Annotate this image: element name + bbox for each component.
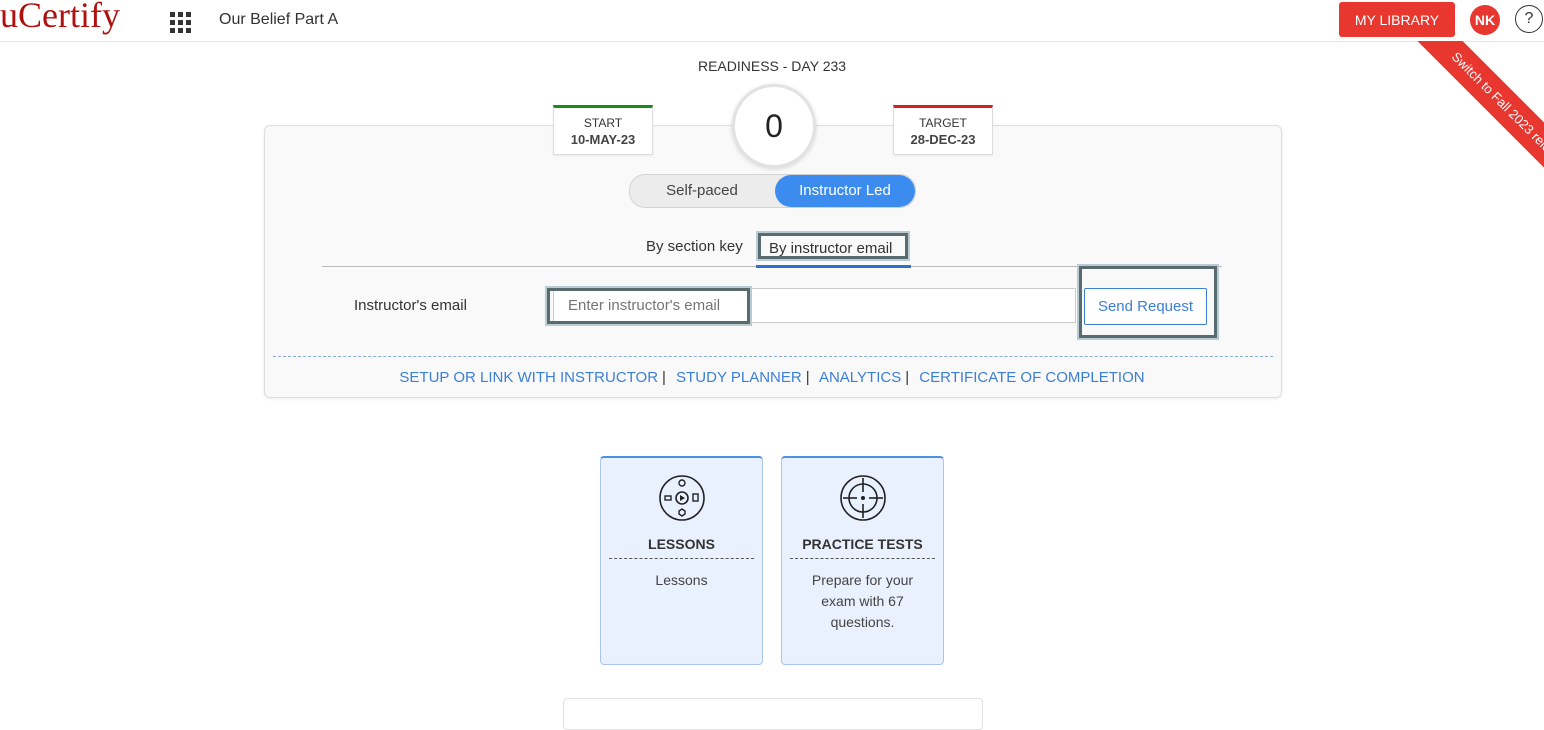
lessons-icon bbox=[659, 475, 705, 521]
start-label: START bbox=[583, 116, 623, 130]
course-title[interactable]: Our Belief Part A bbox=[219, 11, 338, 29]
analytics-link[interactable]: ANALYTICS bbox=[819, 369, 901, 386]
active-tab-underline bbox=[756, 265, 911, 268]
practice-tests-title: PRACTICE TESTS bbox=[790, 536, 935, 559]
start-date-box: START 10-MAY-23 bbox=[553, 105, 653, 155]
link-separator: | bbox=[905, 369, 910, 386]
instructor-email-field-wrap bbox=[553, 288, 1076, 323]
readiness-title: READINESS - DAY 233 bbox=[697, 58, 847, 74]
setup-instructor-link[interactable]: SETUP OR LINK WITH INSTRUCTOR bbox=[399, 369, 658, 386]
self-paced-option[interactable]: Self-paced bbox=[630, 175, 774, 207]
tab-by-section-key[interactable]: By section key bbox=[646, 238, 743, 255]
readiness-score: 0 bbox=[732, 84, 816, 168]
ucertify-logo[interactable]: uCertify bbox=[0, 0, 120, 36]
dashed-divider bbox=[273, 356, 1273, 357]
link-separator: | bbox=[662, 369, 666, 386]
practice-tests-tile[interactable]: PRACTICE TESTS Prepare for your exam wit… bbox=[781, 456, 944, 665]
my-library-button[interactable]: MY LIBRARY bbox=[1339, 2, 1455, 37]
mode-toggle: Self-paced Instructor Led bbox=[629, 174, 916, 208]
instructor-email-input[interactable] bbox=[554, 289, 1075, 322]
practice-tests-description: Prepare for your exam with 67 questions. bbox=[811, 572, 914, 630]
tab-by-instructor-email[interactable]: By instructor email bbox=[758, 233, 908, 259]
certificate-link[interactable]: CERTIFICATE OF COMPLETION bbox=[919, 369, 1144, 386]
top-header: uCertify Our Belief Part A MY LIBRARY NK… bbox=[0, 0, 1544, 42]
lessons-description: Lessons bbox=[655, 572, 708, 588]
bottom-links: SETUP OR LINK WITH INSTRUCTOR | STUDY PLA… bbox=[0, 369, 1544, 386]
lessons-title: LESSONS bbox=[609, 536, 754, 559]
bottom-panel bbox=[563, 698, 983, 730]
link-separator: | bbox=[805, 369, 810, 386]
start-date: 10-MAY-23 bbox=[570, 132, 636, 147]
target-crosshair-icon bbox=[840, 475, 886, 521]
send-request-button[interactable]: Send Request bbox=[1084, 288, 1207, 325]
target-label: TARGET bbox=[919, 116, 967, 130]
instructor-email-label: Instructor's email bbox=[354, 297, 467, 314]
user-avatar[interactable]: NK bbox=[1470, 5, 1500, 35]
instructor-led-option[interactable]: Instructor Led bbox=[775, 175, 915, 207]
help-icon[interactable]: ? bbox=[1515, 5, 1543, 33]
lessons-tile[interactable]: LESSONS Lessons bbox=[600, 456, 763, 665]
target-date-box[interactable]: TARGET 28-DEC-23 bbox=[893, 105, 993, 155]
study-planner-link[interactable]: STUDY PLANNER bbox=[676, 369, 802, 386]
apps-grid-icon[interactable] bbox=[170, 12, 192, 34]
target-date: 28-DEC-23 bbox=[910, 132, 976, 147]
